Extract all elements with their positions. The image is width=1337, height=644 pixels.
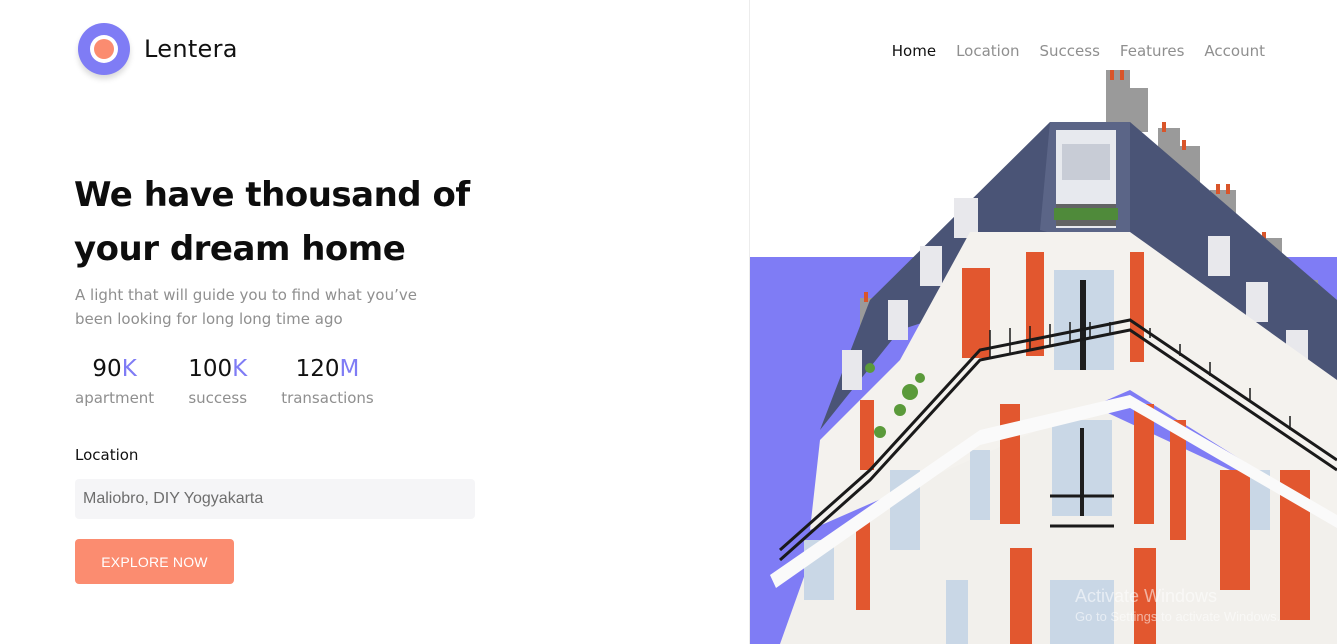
location-input[interactable] — [75, 479, 475, 519]
apartment-building-photo — [770, 70, 1337, 644]
watermark-subtitle: Go to Settings to activate Windows. — [1075, 609, 1281, 624]
stat-success: 100K success — [188, 353, 247, 407]
windows-activation-watermark: Activate Windows Go to Settings to activ… — [1075, 586, 1280, 624]
brand[interactable]: Lentera — [78, 23, 238, 75]
stat-value: 100 — [188, 356, 233, 382]
stat-value: 90 — [92, 356, 122, 382]
stat-label: success — [188, 389, 248, 407]
stat-transactions: 120M transactions — [281, 353, 374, 407]
stats-row: 90K apartment 100K success 120M transact… — [75, 353, 408, 407]
nav-home[interactable]: Home — [892, 42, 936, 60]
brand-name: Lentera — [144, 35, 238, 63]
stat-unit: K — [121, 356, 137, 382]
stat-value: 120 — [295, 356, 340, 382]
stat-label: apartment — [75, 389, 155, 407]
location-label: Location — [75, 446, 139, 464]
headline-line-2: your dream home — [74, 229, 406, 269]
subtext-line-1: A light that will guide you to find what… — [75, 286, 417, 304]
nav-success[interactable]: Success — [1040, 42, 1100, 60]
subtext-line-2: been looking for long long time ago — [75, 310, 343, 328]
explore-now-button[interactable]: EXPLORE NOW — [75, 539, 234, 584]
headline-line-1: We have thousand of — [74, 175, 470, 215]
stat-label: transactions — [281, 389, 374, 407]
nav-features[interactable]: Features — [1120, 42, 1185, 60]
stat-apartment: 90K apartment — [75, 353, 154, 407]
nav-location[interactable]: Location — [956, 42, 1019, 60]
main-nav: Home Location Success Features Account — [872, 42, 1265, 60]
stat-unit: M — [339, 356, 360, 382]
hero-subtext: A light that will guide you to find what… — [75, 283, 455, 331]
stat-unit: K — [232, 356, 248, 382]
watermark-title: Activate Windows — [1075, 586, 1218, 606]
nav-account[interactable]: Account — [1204, 42, 1265, 60]
hero-headline: We have thousand of your dream home — [74, 168, 504, 276]
lantern-circle-icon — [78, 23, 130, 75]
